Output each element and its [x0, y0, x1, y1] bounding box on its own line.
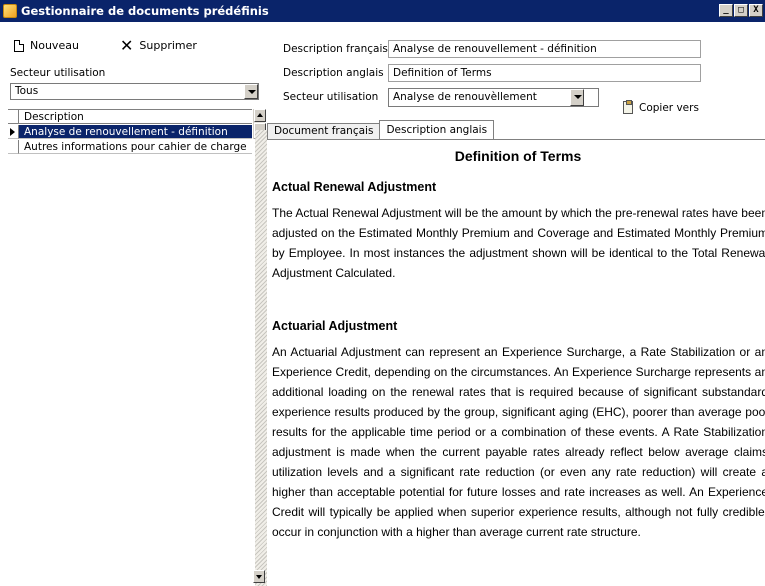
list-item-label: Analyse de renouvellement - définition: [19, 125, 252, 139]
window-controls: _ □ X: [719, 4, 763, 17]
sector-select[interactable]: Analyse de renouvèllement: [388, 88, 599, 107]
chevron-down-icon[interactable]: [244, 84, 258, 99]
new-button[interactable]: Nouveau: [14, 39, 79, 52]
desc-en-field[interactable]: Definition of Terms: [388, 64, 701, 82]
filter-label: Secteur utilisation: [10, 67, 106, 79]
document-list: Description Analyse de renouvellement - …: [8, 109, 266, 584]
left-panel: Nouveau ✕ Supprimer Secteur utilisation …: [0, 22, 266, 586]
scroll-up-arrow-icon[interactable]: [254, 109, 266, 122]
list-item[interactable]: Autres informations pour cahier de charg…: [8, 140, 252, 154]
desc-fr-field[interactable]: Analyse de renouvellement - définition: [388, 40, 701, 58]
section-heading: Actuarial Adjustment: [272, 319, 398, 333]
row-indicator: [8, 125, 19, 139]
window-titlebar: Gestionnaire de documents prédéfinis _ □…: [0, 0, 765, 22]
close-button[interactable]: X: [749, 4, 763, 17]
copy-to-button[interactable]: Copier vers: [623, 100, 699, 114]
list-item-label: Autres informations pour cahier de charg…: [19, 140, 252, 154]
sector-filter-select[interactable]: Tous: [10, 83, 259, 100]
document-tabs: Document français Description anglais: [267, 120, 495, 140]
document-viewer[interactable]: Definition of Terms Actual Renewal Adjus…: [269, 142, 765, 586]
panel-splitter[interactable]: [255, 130, 267, 586]
desc-fr-label: Description français: [283, 43, 388, 55]
list-header-description[interactable]: Description: [24, 111, 84, 123]
delete-x-icon: ✕: [120, 35, 134, 55]
sector-label: Secteur utilisation: [283, 91, 379, 103]
right-panel: Description français Analyse de renouvel…: [267, 22, 765, 586]
sector-select-value: Analyse de renouvèllement: [393, 91, 537, 103]
folder-icon: [3, 4, 17, 18]
delete-button-label: Supprimer: [139, 39, 197, 52]
clipboard-icon: [623, 100, 633, 114]
window-title: Gestionnaire de documents prédéfinis: [21, 4, 269, 18]
desc-en-label: Description anglais: [283, 67, 384, 79]
list-item[interactable]: Analyse de renouvellement - définition: [8, 125, 252, 139]
sector-filter-value: Tous: [15, 85, 39, 97]
scroll-down-arrow-icon[interactable]: [253, 570, 265, 583]
tab-description-anglais[interactable]: Description anglais: [379, 120, 495, 140]
document-title: Definition of Terms: [454, 148, 582, 164]
maximize-button[interactable]: □: [734, 4, 748, 17]
section-body: An Actuarial Adjustment can represent an…: [272, 345, 765, 539]
row-indicator: [8, 140, 19, 154]
copy-to-label: Copier vers: [639, 101, 699, 114]
tab-document-francais[interactable]: Document français: [267, 123, 381, 140]
new-button-label: Nouveau: [30, 39, 79, 52]
section-heading: Actual Renewal Adjustment: [272, 180, 437, 194]
delete-button[interactable]: ✕ Supprimer: [120, 35, 197, 55]
chevron-down-icon[interactable]: [570, 89, 584, 106]
section-body: The Actual Renewal Adjustment will be th…: [272, 206, 765, 280]
current-row-arrow-icon: [10, 128, 15, 136]
new-document-icon: [14, 39, 24, 52]
minimize-button[interactable]: _: [719, 4, 733, 17]
list-header: Description: [8, 109, 252, 124]
